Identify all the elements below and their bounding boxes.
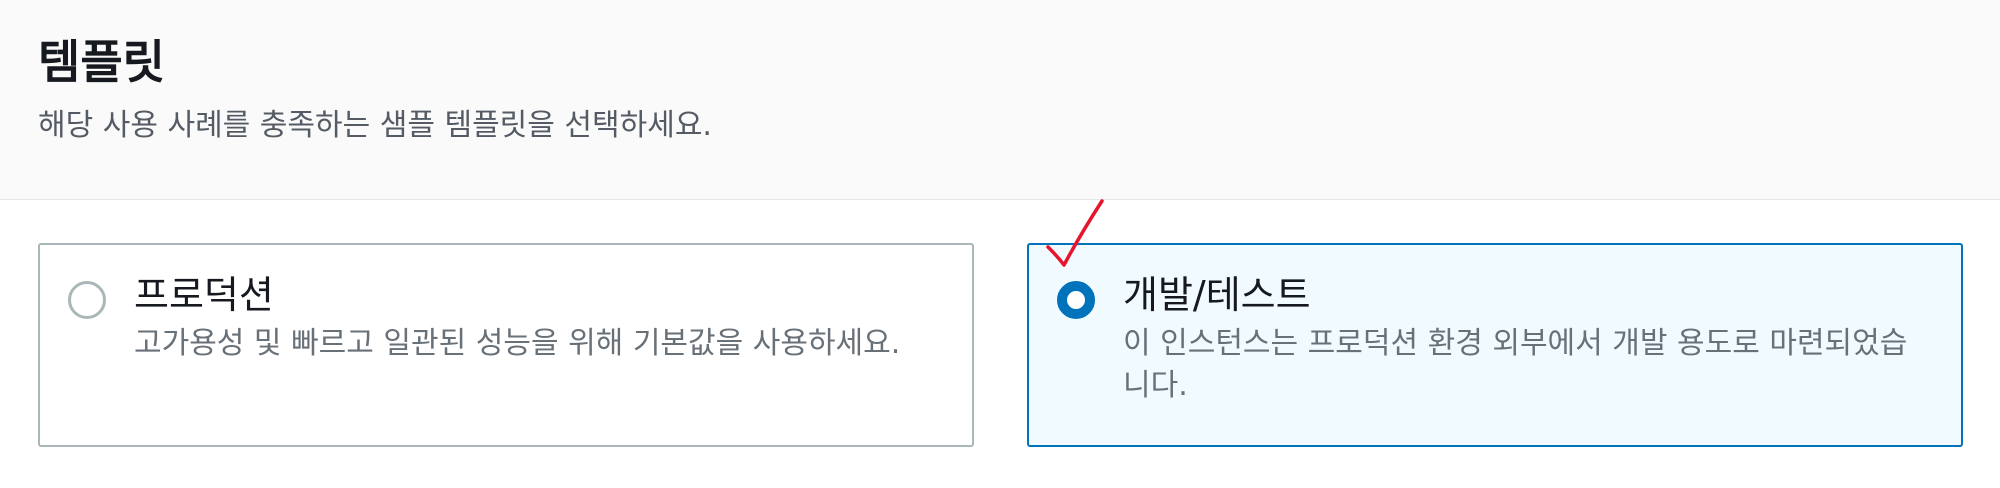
section-title: 템플릿 bbox=[38, 35, 165, 89]
radio-button-dev-test[interactable] bbox=[1057, 281, 1095, 319]
template-label-dev-test: 개발/테스트 bbox=[1123, 273, 1311, 317]
template-description-production: 고가용성 및 빠르고 일관된 성능을 위해 기본값을 사용하세요. bbox=[134, 326, 901, 361]
template-label-production: 프로덕션 bbox=[134, 273, 274, 317]
templates-header: 템플릿 해당 사용 사례를 충족하는 샘플 템플릿을 선택하세요. bbox=[0, 0, 2000, 200]
section-description: 해당 사용 사례를 충족하는 샘플 템플릿을 선택하세요. bbox=[38, 108, 712, 143]
template-description-dev-test: 이 인스턴스는 프로덕션 환경 외부에서 개발 용도로 마련되었습니다. bbox=[1123, 326, 1908, 403]
template-tile-dev-test[interactable]: 개발/테스트 이 인스턴스는 프로덕션 환경 외부에서 개발 용도로 마련되었습… bbox=[1027, 243, 1963, 447]
template-tile-production[interactable]: 프로덕션 고가용성 및 빠르고 일관된 성능을 위해 기본값을 사용하세요. bbox=[38, 243, 974, 447]
radio-button-production[interactable] bbox=[68, 281, 106, 319]
